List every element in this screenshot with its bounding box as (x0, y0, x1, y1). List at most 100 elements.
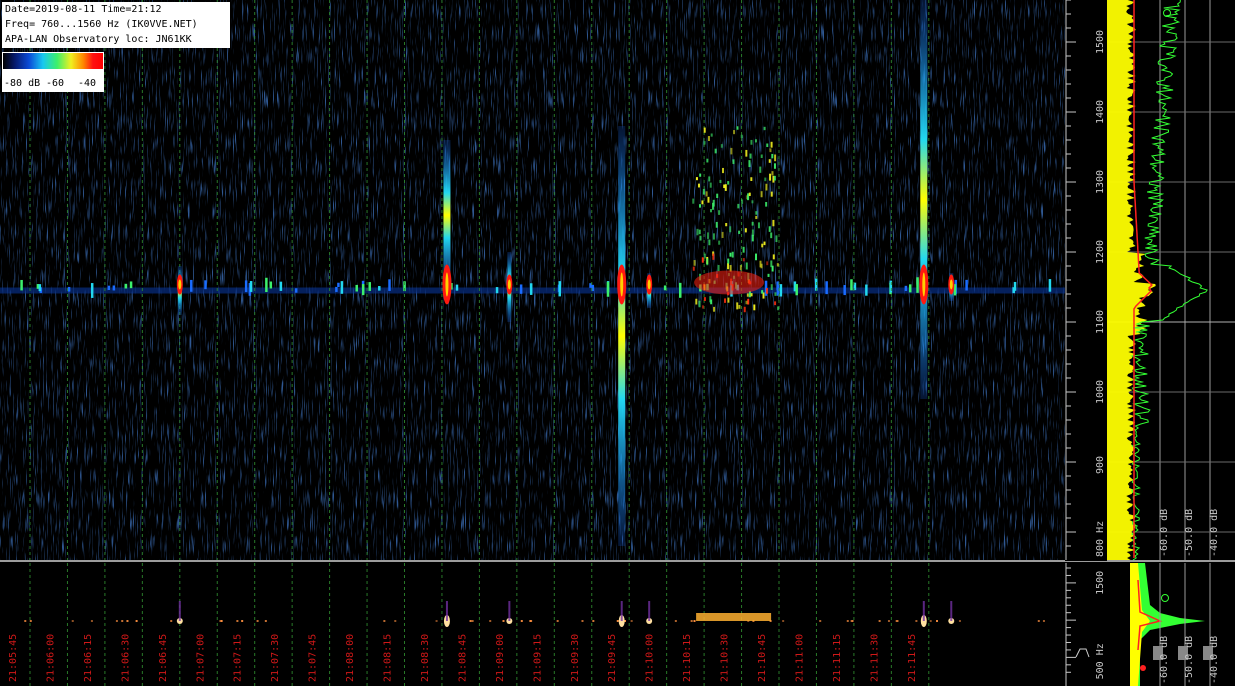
strip-dot (616, 620, 619, 622)
burst-pixel (718, 240, 721, 245)
burst-pixel (751, 200, 754, 204)
strip-dot (674, 620, 677, 622)
burst-pixel (709, 296, 712, 303)
carrier-blip (361, 284, 365, 296)
burst-pixel (731, 251, 734, 258)
burst-pixel (739, 265, 742, 271)
strip-dot (520, 620, 523, 622)
strip-dot (24, 620, 27, 622)
burst-pixel (738, 304, 741, 309)
carrier-blip (916, 277, 919, 293)
time-tick-label: 21:09:15 (532, 634, 543, 682)
strip-db-label: -50.0 dB (1184, 636, 1195, 684)
strip-event-tail (648, 601, 651, 621)
strip-dot (469, 620, 472, 622)
burst-pixel (727, 263, 730, 270)
strip-dot (502, 620, 505, 622)
carrier-blip (776, 281, 779, 290)
color-scale-min-label: -80 dB (4, 78, 41, 89)
burst-pixel (755, 211, 758, 215)
profile-db-label: -50.0 dB (1184, 509, 1195, 557)
burst-pixel (745, 300, 748, 305)
burst-pixel (774, 301, 777, 306)
burst-pixel (693, 260, 696, 266)
carrier-blip (865, 284, 868, 296)
burst-pixel (733, 130, 736, 135)
burst-pixel (706, 158, 709, 163)
burst-pixel (761, 290, 764, 294)
time-tick-label: 21:07:45 (308, 634, 319, 682)
burst-pixel (695, 177, 698, 181)
strip-event-tail (620, 601, 623, 621)
carrier-blip (337, 282, 340, 288)
strip-burst (696, 613, 772, 621)
burst-pixel (717, 264, 720, 272)
burst-pixel (742, 246, 745, 253)
burst-pixel (759, 260, 762, 268)
time-tick-label: 21:09:45 (607, 634, 618, 682)
burst-pixel (716, 193, 719, 198)
time-tick-label: 21:09:00 (495, 634, 506, 682)
burst-pixel (750, 139, 753, 145)
burst-pixel (755, 253, 758, 261)
carrier-blip (269, 281, 273, 289)
burst-pixel (765, 288, 768, 294)
burst-pixel (703, 297, 706, 301)
carrier-blip (190, 279, 193, 292)
burst-pixel (753, 304, 756, 311)
meteor-trail (920, 0, 928, 399)
freq-tick-label: 1300 (1095, 170, 1106, 194)
burst-pixel (746, 293, 749, 297)
burst-pixel (695, 298, 698, 305)
carrier-blip (908, 284, 912, 293)
carrier-blip (90, 283, 94, 298)
burst-pixel (721, 167, 724, 174)
burst-pixel (754, 139, 757, 143)
burst-pixel (708, 176, 711, 182)
burst-pixel (759, 166, 762, 173)
freq-tick-label: 900 (1095, 456, 1106, 474)
strip-db-label: -40.0 dB (1209, 636, 1220, 684)
burst-pixel (748, 160, 751, 168)
time-tick-label: 21:10:15 (682, 634, 693, 682)
strip-dot (929, 620, 932, 622)
burst-pixel (763, 126, 766, 131)
burst-pixel (703, 253, 706, 259)
strip-dot (878, 620, 881, 622)
carrier-blip (124, 283, 128, 289)
burst-pixel (760, 191, 763, 198)
carrier-blip (204, 280, 207, 290)
strip-dot (529, 620, 532, 622)
carrier-blip (355, 284, 358, 292)
strip-dot (383, 620, 386, 622)
time-tick-label: 21:07:15 (233, 634, 244, 682)
burst-pixel (703, 141, 706, 145)
strip-dot (435, 620, 438, 622)
carrier-blip (378, 286, 381, 291)
carrier-blip (965, 279, 968, 291)
burst-pixel (697, 183, 700, 188)
burst-pixel (770, 232, 773, 239)
burst-pixel (744, 228, 747, 233)
burst-pixel (776, 263, 779, 267)
burst-pixel (712, 199, 715, 207)
burst-pixel (710, 133, 713, 137)
burst-pixel (727, 258, 730, 264)
carrier-blip (265, 277, 268, 293)
burst-pixel (727, 297, 730, 303)
burst-pixel (770, 260, 773, 268)
burst-pixel (730, 147, 733, 155)
burst-pixel (721, 231, 724, 238)
burst-pixel (701, 257, 704, 263)
time-tick-label: 21:10:30 (720, 634, 731, 682)
strip-dot (121, 620, 124, 622)
time-tick-label: 21:11:30 (869, 634, 880, 682)
info-box: Date=2019-08-11 Time=21:12 Freq= 760...1… (2, 2, 230, 48)
carrier-blip (129, 281, 133, 289)
carrier-blip (249, 281, 253, 292)
observatory-line: APA-LAN Observatory loc: JN61KK (5, 34, 192, 45)
freq-tick-label: 800 Hz (1095, 521, 1106, 557)
burst-pixel (766, 143, 769, 148)
burst-pixel (708, 239, 711, 246)
carrier-blip (1013, 281, 1017, 291)
